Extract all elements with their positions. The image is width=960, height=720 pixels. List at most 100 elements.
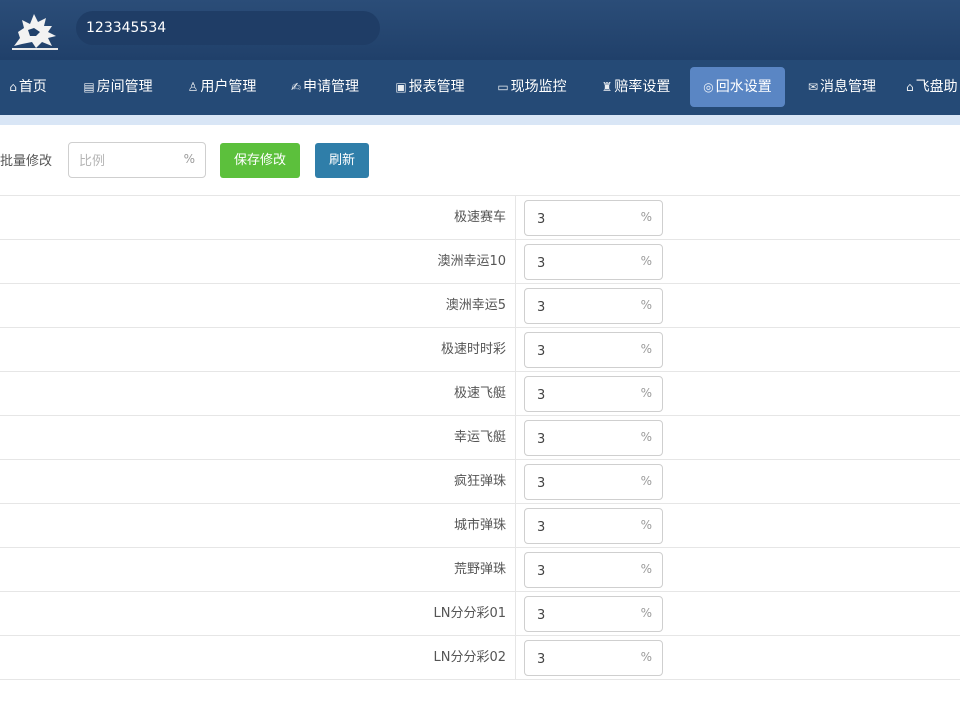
rebate-input[interactable] [535,473,629,493]
percent-suffix: % [640,562,652,576]
nav-item-rebate[interactable]: ◎ 回水设置 [690,67,785,107]
qilin-logo-icon[interactable] [10,8,60,52]
table-row: 极速飞艇 % [0,372,960,416]
nav-item-label: 赔率设置 [614,79,671,95]
nav-item-rooms[interactable]: ▤ 房间管理 [78,67,158,107]
column-divider [515,592,516,635]
table-row: LN分分彩01 % [0,592,960,636]
rebate-input[interactable] [535,517,629,537]
nav-item-label: 飞盘助 [915,79,958,95]
rebate-icon: ◎ [703,80,714,94]
batch-ratio-input[interactable] [77,150,181,172]
game-name: 极速时时彩 [440,342,506,357]
table-row: 疯狂弹珠 % [0,460,960,504]
game-name: LN分分彩02 [433,650,506,665]
percent-suffix: % [640,342,652,356]
user-icon: ♙ [187,80,199,94]
nav-item-label: 消息管理 [820,79,877,95]
rebate-field[interactable]: % [524,288,663,324]
table-row: 荒野弹珠 % [0,548,960,592]
rebate-table: 极速赛车 % 澳洲幸运10 % 澳洲幸运5 % 极速时时彩 % 极速飞艇 [0,195,960,680]
column-divider [515,548,516,591]
nav-item-home[interactable]: ⌂ 首页 [0,67,56,107]
account-display: 123345534 [76,11,380,45]
rebate-input[interactable] [535,209,629,229]
column-divider [515,372,516,415]
nav-item-reports[interactable]: ▣ 报表管理 [390,67,470,107]
rebate-field[interactable]: % [524,420,663,456]
monitor-icon: ▭ [497,80,509,94]
game-name: LN分分彩01 [433,606,506,621]
table-row: 澳洲幸运5 % [0,284,960,328]
nav-item-label: 用户管理 [200,79,257,95]
table-row: 澳洲幸运10 % [0,240,960,284]
game-name: 城市弹珠 [453,518,506,533]
percent-suffix: % [183,152,195,166]
percent-suffix: % [640,606,652,620]
game-name: 极速赛车 [453,210,506,225]
rebate-field[interactable]: % [524,508,663,544]
rebate-field[interactable]: % [524,552,663,588]
rebate-input[interactable] [535,649,629,669]
game-name: 荒野弹珠 [453,562,506,577]
rebate-field[interactable]: % [524,464,663,500]
rebate-input[interactable] [535,429,629,449]
column-divider [515,636,516,679]
sub-bar [0,115,960,125]
table-row: LN分分彩02 % [0,636,960,680]
nav-item-applications[interactable]: ✍ 申请管理 [285,67,365,107]
rebate-field[interactable]: % [524,596,663,632]
rebate-field[interactable]: % [524,640,663,676]
rebate-field[interactable]: % [524,332,663,368]
percent-suffix: % [640,518,652,532]
home-icon: ⌂ [9,80,17,94]
game-name: 澳洲幸运5 [445,298,506,313]
column-divider [515,328,516,371]
percent-suffix: % [640,430,652,444]
percent-suffix: % [640,474,652,488]
rebate-input[interactable] [535,561,629,581]
column-divider [515,284,516,327]
nav-item-label: 首页 [18,79,47,95]
report-icon: ▣ [395,80,407,94]
batch-label: 批量修改 [0,154,53,169]
nav-item-label: 现场监控 [510,79,567,95]
odds-icon: ♜ [601,80,613,94]
game-name: 疯狂弹珠 [453,474,506,489]
main-nav: ⌂ 首页 ▤ 房间管理 ♙ 用户管理 ✍ 申请管理 ▣ 报表管理 ▭ 现场监控 ♜ 赔率设置 … [0,60,960,115]
nav-item-label: 申请管理 [303,79,360,95]
nav-item-messages[interactable]: ✉ 消息管理 [802,67,882,107]
rebate-input[interactable] [535,297,629,317]
nav-item-label: 回水设置 [715,79,772,95]
game-name: 极速飞艇 [453,386,506,401]
table-row: 幸运飞艇 % [0,416,960,460]
rebate-field[interactable]: % [524,376,663,412]
percent-suffix: % [640,650,652,664]
save-button[interactable]: 保存修改 [220,143,300,178]
column-divider [515,460,516,503]
nav-item-monitor[interactable]: ▭ 现场监控 [492,67,572,107]
top-header: 123345534 [0,0,960,60]
table-row: 极速赛车 % [0,196,960,240]
rebate-input[interactable] [535,605,629,625]
nav-item-feipan[interactable]: ⌂ 飞盘助 [906,67,960,107]
nav-item-users[interactable]: ♙ 用户管理 [182,67,262,107]
refresh-button[interactable]: 刷新 [315,143,369,178]
rebate-input[interactable] [535,385,629,405]
rebate-field[interactable]: % [524,200,663,236]
batch-ratio-field[interactable]: % [68,142,206,178]
rebate-input[interactable] [535,341,629,361]
mail-icon: ✉ [807,80,819,94]
table-row: 城市弹珠 % [0,504,960,548]
percent-suffix: % [640,210,652,224]
nav-item-label: 房间管理 [96,79,153,95]
rebate-field[interactable]: % [524,244,663,280]
percent-suffix: % [640,386,652,400]
building-icon: ▤ [83,80,95,94]
rebate-input[interactable] [535,253,629,273]
nav-item-odds[interactable]: ♜ 赔率设置 [596,67,676,107]
game-name: 幸运飞艇 [453,430,506,445]
lock-icon: ⌂ [906,80,914,94]
column-divider [515,416,516,459]
nav-item-label: 报表管理 [408,79,465,95]
